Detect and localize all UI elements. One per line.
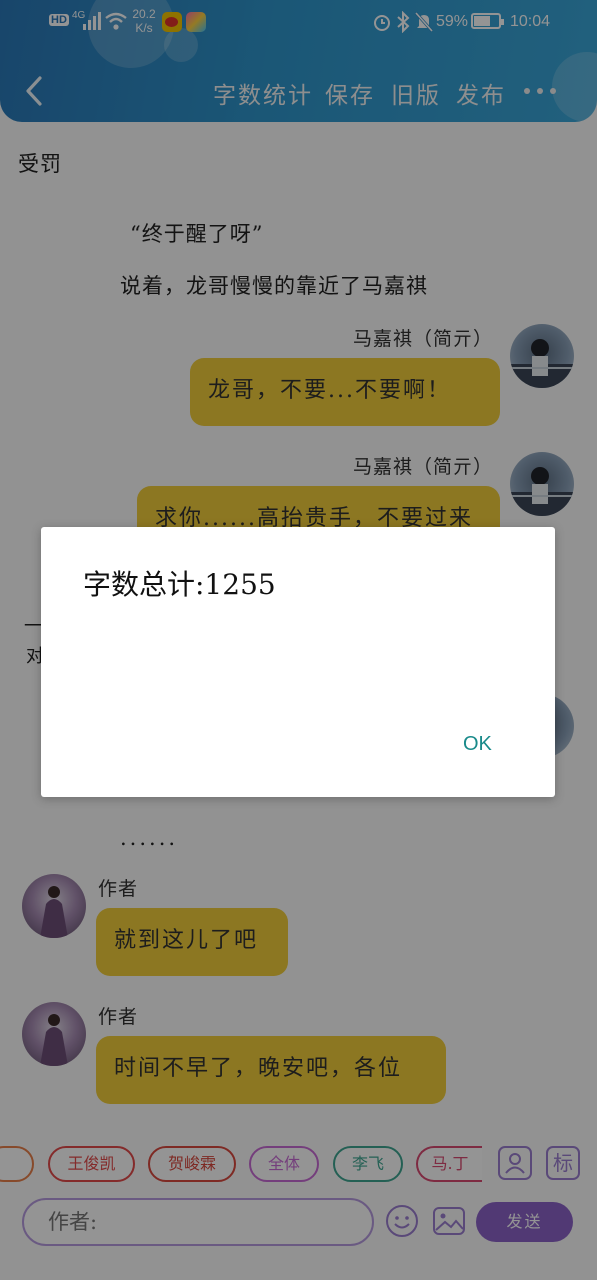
word-count-dialog: 字数总计:1255 OK — [41, 527, 555, 797]
ok-button[interactable]: OK — [463, 733, 492, 756]
dialog-message: 字数总计:1255 — [83, 568, 276, 601]
